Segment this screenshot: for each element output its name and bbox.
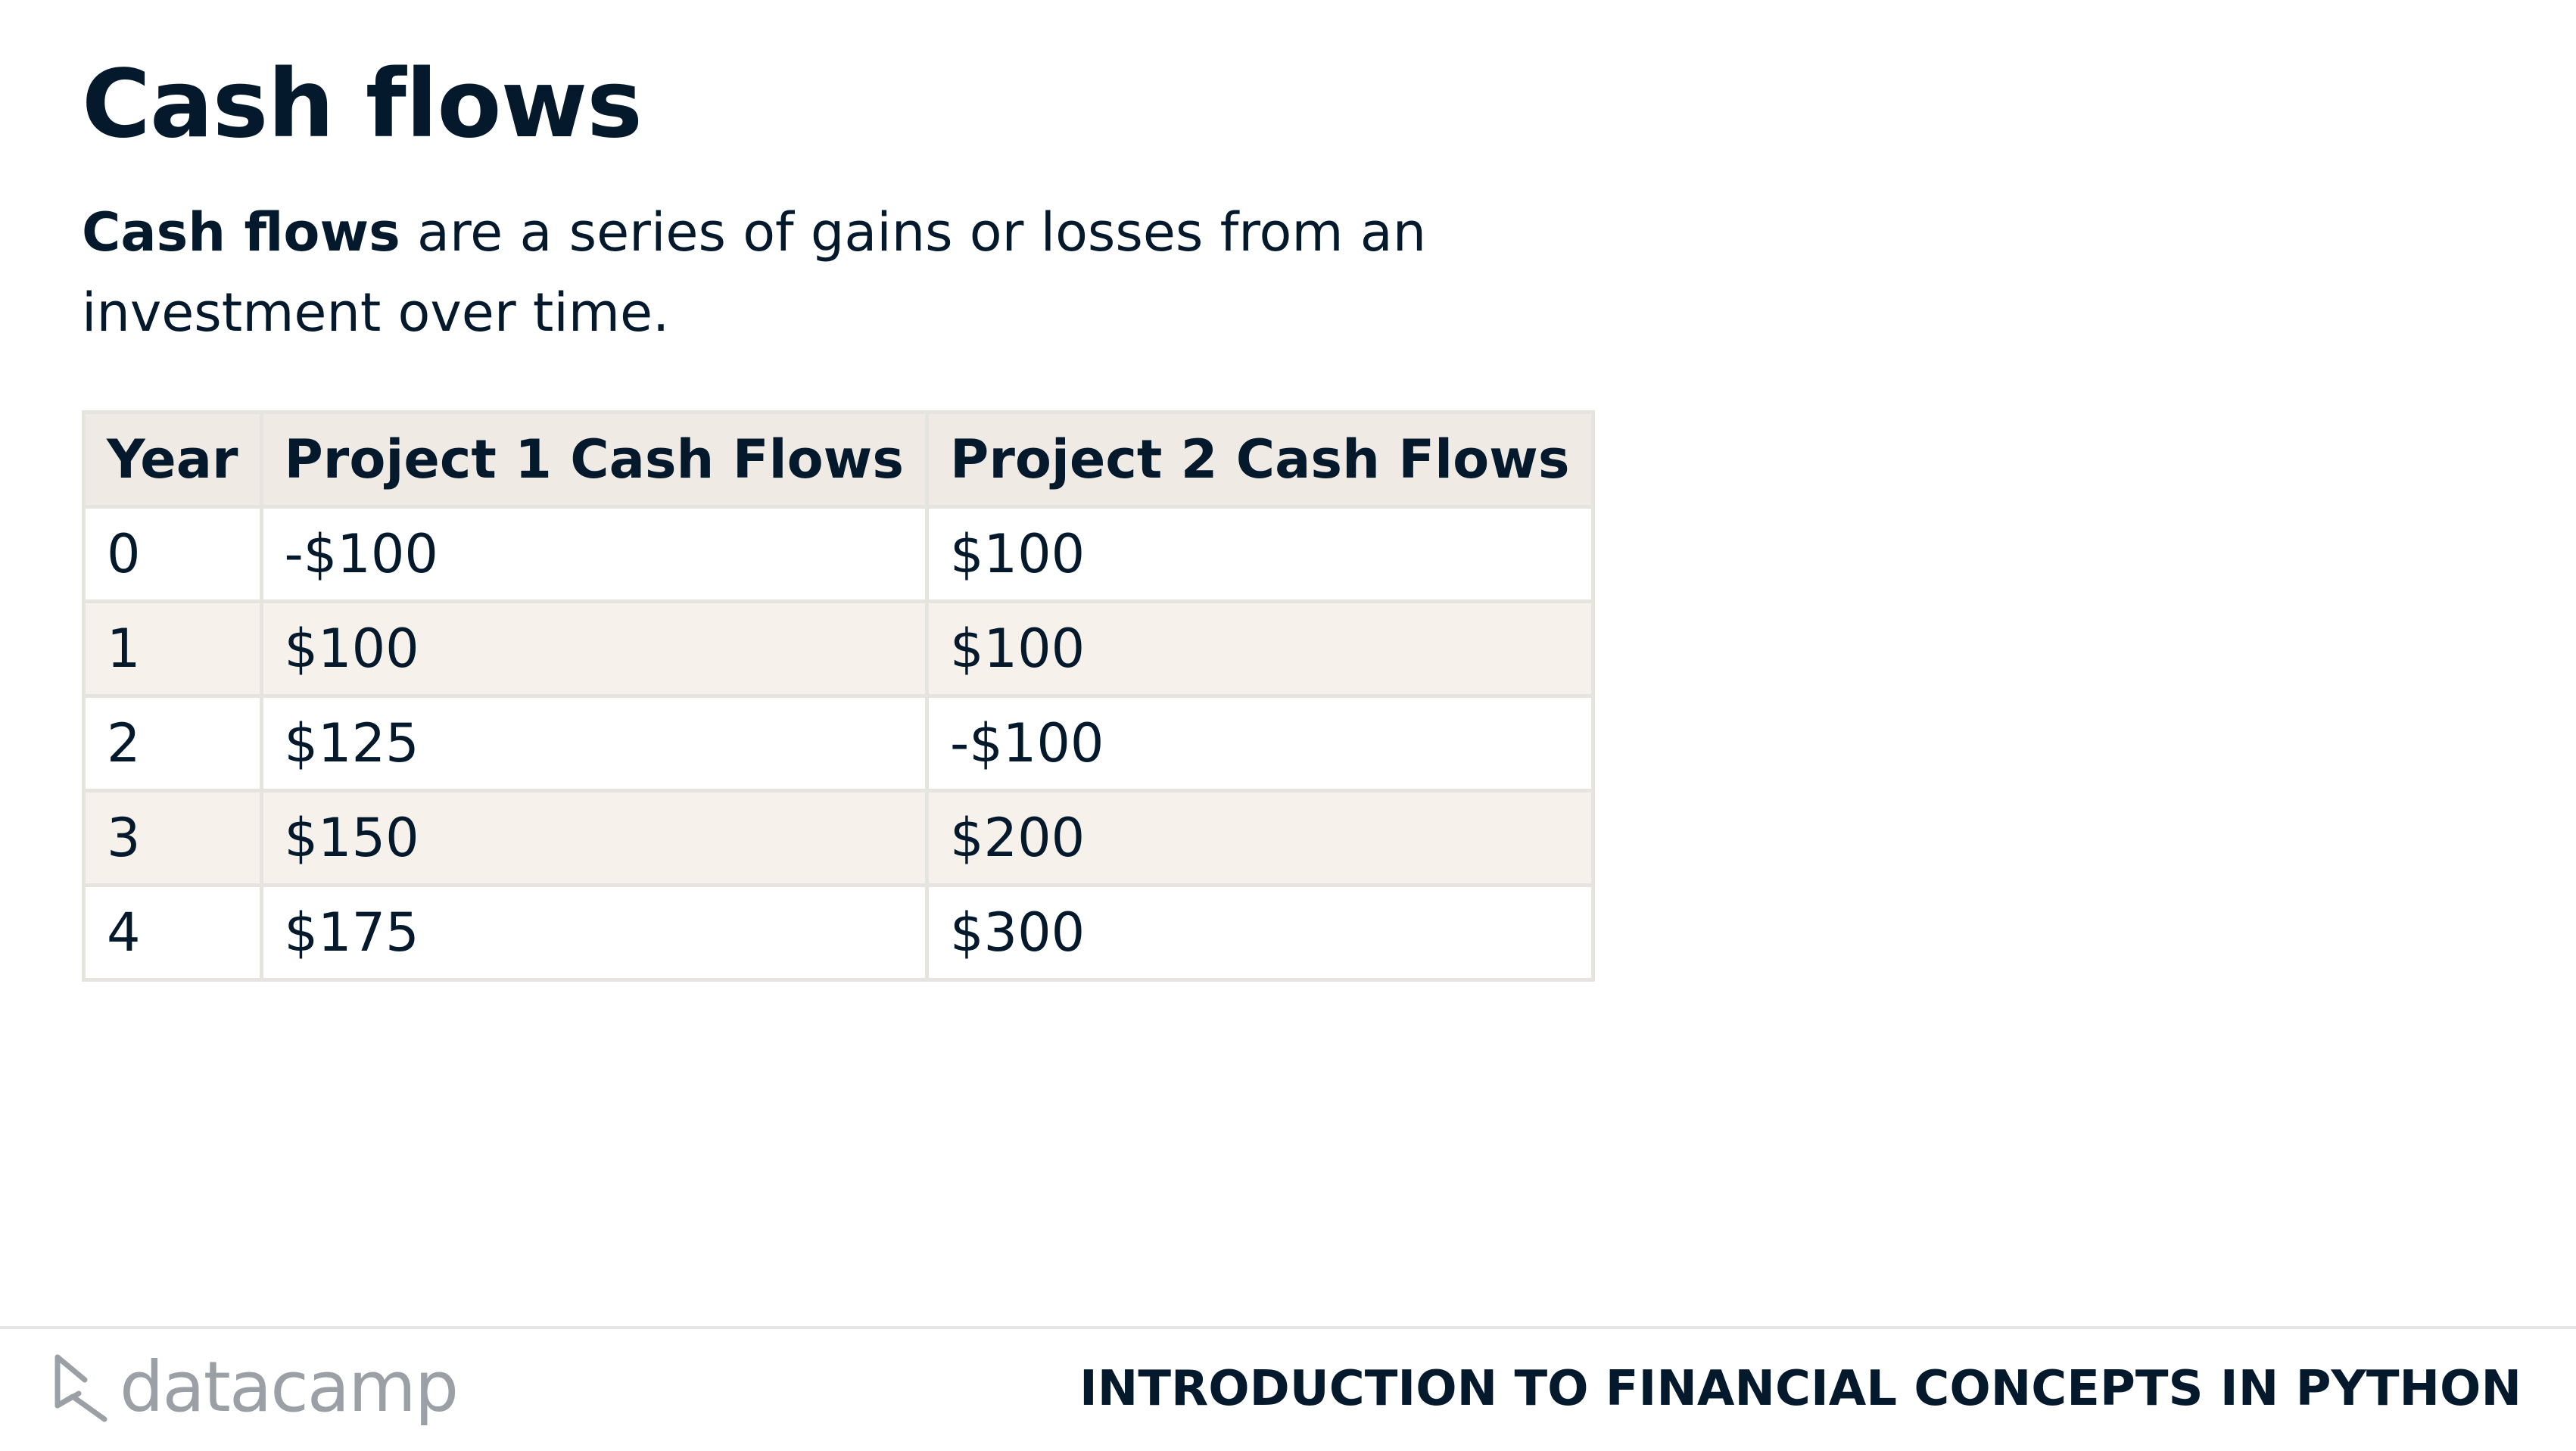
cell-project-1: $100	[259, 599, 930, 698]
cell-project-2: $200	[925, 789, 1595, 887]
cell-project-2: $100	[925, 599, 1595, 698]
header-project-2: Project 2 Cash Flows	[925, 410, 1595, 509]
datacamp-logo-icon	[55, 1354, 107, 1422]
table-row: 0 -$100 $100	[82, 505, 1595, 603]
cell-project-1: -$100	[259, 505, 930, 603]
cell-project-1: $175	[259, 883, 930, 982]
header-year: Year	[82, 410, 263, 509]
intro-text: Cash flows are a series of gains or loss…	[82, 192, 1709, 353]
cell-year: 2	[82, 694, 263, 792]
cell-year: 0	[82, 505, 263, 603]
cell-year: 3	[82, 789, 263, 887]
intro-term: Cash flows	[82, 201, 400, 263]
header-project-1: Project 1 Cash Flows	[259, 410, 930, 509]
slide-title: Cash flows	[82, 50, 643, 159]
cell-year: 1	[82, 599, 263, 698]
cell-project-2: $100	[925, 505, 1595, 603]
datacamp-logo: datacamp	[51, 1346, 459, 1429]
cell-project-1: $125	[259, 694, 930, 792]
course-title: INTRODUCTION TO FINANCIAL CONCEPTS IN PY…	[1079, 1361, 2521, 1417]
table-row: 4 $175 $300	[82, 883, 1595, 982]
footer-divider	[0, 1326, 2576, 1329]
logo-wordmark: datacamp	[120, 1347, 459, 1428]
table-row: 3 $150 $200	[82, 789, 1595, 887]
table-row: 1 $100 $100	[82, 599, 1595, 698]
cell-project-2: $300	[925, 883, 1595, 982]
cash-flows-table: Year Project 1 Cash Flows Project 2 Cash…	[82, 410, 1595, 982]
cell-project-1: $150	[259, 789, 930, 887]
table-row: 2 $125 -$100	[82, 694, 1595, 792]
cell-project-2: -$100	[925, 694, 1595, 792]
table-header-row: Year Project 1 Cash Flows Project 2 Cash…	[82, 410, 1595, 509]
cell-year: 4	[82, 883, 263, 982]
